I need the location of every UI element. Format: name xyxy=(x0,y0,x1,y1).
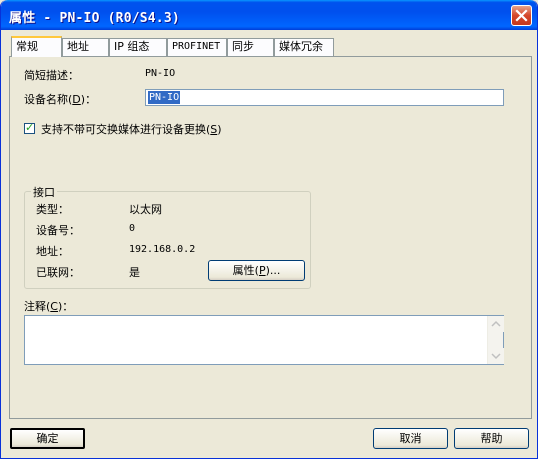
close-icon xyxy=(515,9,528,22)
type-label: 类型： xyxy=(36,203,69,216)
cancel-button[interactable]: 取消 xyxy=(373,428,448,449)
scroll-up-button[interactable] xyxy=(488,316,504,332)
tab-label: IP 组态 xyxy=(114,40,150,53)
tab-label: 地址 xyxy=(67,40,89,53)
tab-media-redundancy[interactable]: 媒体冗余 xyxy=(274,38,334,56)
tab-label: 同步 xyxy=(232,40,254,53)
tab-general[interactable]: 常规 xyxy=(11,36,62,57)
support-checkbox[interactable]: ✓ xyxy=(24,121,35,134)
tab-ip-config[interactable]: IP 组态 xyxy=(109,38,167,56)
dialog-body: 常规 地址 IP 组态 PROFINET 同步 媒体冗余 简短描述： PN-IO… xyxy=(4,30,534,456)
interface-group: 接口 类型： 以太网 设备号： 0 地址： 192.168.0.2 已联网： 是… xyxy=(24,184,311,289)
checkmark-icon: ✓ xyxy=(25,121,35,134)
short-desc-value: PN-IO xyxy=(145,68,176,79)
address-value: 192.168.0.2 xyxy=(129,244,196,255)
title-bar[interactable]: 属性 - PN-IO (R0/S4.3) xyxy=(1,0,537,30)
short-desc-label: 简短描述： xyxy=(24,69,79,82)
type-value: 以太网 xyxy=(129,203,162,216)
device-name-input[interactable]: PN-IO xyxy=(145,89,504,106)
device-no-label: 设备号： xyxy=(36,224,80,237)
chevron-up-icon xyxy=(491,320,501,327)
tab-label: PROFINET xyxy=(172,41,221,52)
scroll-down-button[interactable] xyxy=(488,348,504,364)
tab-label: 常规 xyxy=(16,40,38,53)
tab-address[interactable]: 地址 xyxy=(62,38,109,56)
interface-group-title: 接口 xyxy=(31,184,57,200)
networked-label: 已联网： xyxy=(36,266,80,279)
window-title: 属性 - PN-IO (R0/S4.3) xyxy=(9,11,180,26)
address-label: 地址： xyxy=(36,245,69,258)
close-button[interactable] xyxy=(511,5,532,26)
device-no-value: 0 xyxy=(129,223,136,234)
support-checkbox-label: 支持不带可交换媒体进行设备更换(S) xyxy=(41,123,222,136)
tab-panel-general: 简短描述： PN-IO 设备名称(D)： PN-IO ✓ 支持不带可交换媒体进行… xyxy=(9,56,532,419)
tab-sync[interactable]: 同步 xyxy=(227,38,274,56)
device-name-value: PN-IO xyxy=(148,91,181,104)
tab-label: 媒体冗余 xyxy=(279,40,323,53)
properties-dialog: 属性 - PN-IO (R0/S4.3) 常规 地址 IP 组态 PROFINE… xyxy=(0,0,538,459)
tab-profinet[interactable]: PROFINET xyxy=(167,38,227,56)
networked-value: 是 xyxy=(129,266,140,279)
device-name-label: 设备名称(D)： xyxy=(24,93,97,106)
comment-label: 注释(C)： xyxy=(24,300,74,313)
comment-scrollbar[interactable] xyxy=(487,316,504,364)
chevron-down-icon xyxy=(491,353,501,360)
interface-properties-button[interactable]: 属性(P)... xyxy=(208,260,305,281)
help-button[interactable]: 帮助 xyxy=(454,428,529,449)
comment-textarea[interactable] xyxy=(24,315,504,365)
ok-button[interactable]: 确定 xyxy=(10,428,85,449)
